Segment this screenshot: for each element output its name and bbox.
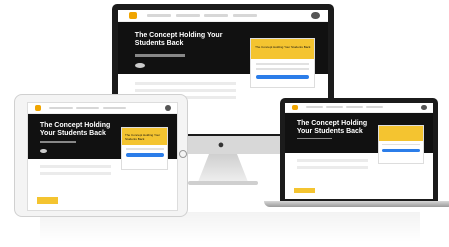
course-hero: The Concept Holding Your Students Back T…	[118, 22, 328, 88]
course-title: The Concept Holding Your Students Back	[39, 121, 111, 137]
course-thumbnail: The Concept Holding Your Students Back	[251, 38, 315, 59]
user-avatar[interactable]	[165, 104, 172, 111]
site-logo[interactable]	[292, 104, 299, 110]
highlight-tag	[293, 187, 315, 194]
card-detail-line	[125, 148, 164, 150]
site-nav	[118, 10, 328, 23]
course-hero: The Concept Holding Your Students Back	[285, 112, 433, 164]
course-card: The Concept Holding Your Students Back	[250, 37, 316, 88]
course-subtitle-bar	[296, 137, 333, 140]
course-thumbnail: The Concept Holding Your Students Back	[122, 128, 168, 146]
author-avatar	[39, 148, 48, 154]
site-nav	[285, 103, 433, 113]
course-card	[377, 124, 425, 164]
course-hero: The Concept Holding Your Students Back T…	[28, 113, 177, 171]
card-detail-line	[256, 68, 310, 71]
thumbnail-title: The Concept Holding Your Students Back	[255, 44, 311, 49]
course-subtitle-bar	[134, 54, 186, 57]
tablet-screen: The Concept Holding Your Students Back T…	[27, 102, 178, 211]
monitor-stand	[198, 154, 248, 182]
card-detail-line	[256, 62, 310, 65]
enroll-button[interactable]	[256, 75, 310, 80]
tablet-device: The Concept Holding Your Students Back T…	[14, 94, 188, 217]
course-content	[39, 165, 112, 179]
apple-logo-icon: ●	[217, 139, 225, 151]
course-title: The Concept Holding Your Students Back	[134, 31, 223, 47]
laptop-base	[264, 201, 449, 207]
user-avatar[interactable]	[311, 12, 320, 20]
site-logo[interactable]	[35, 104, 42, 111]
course-subtitle-bar	[39, 141, 76, 144]
highlight-tag	[36, 197, 58, 204]
site-logo[interactable]	[128, 12, 137, 19]
author-avatar	[134, 62, 146, 68]
thumbnail-title: The Concept Holding Your Students Back	[125, 133, 161, 142]
monitor-stand-base	[188, 181, 258, 185]
enroll-button[interactable]	[125, 153, 164, 157]
nav-links[interactable]	[305, 106, 383, 109]
enroll-button[interactable]	[382, 148, 420, 152]
card-detail-line	[382, 143, 420, 146]
nav-links[interactable]	[48, 106, 127, 109]
user-avatar[interactable]	[421, 104, 428, 111]
site-nav	[28, 103, 177, 114]
nav-links[interactable]	[147, 14, 257, 17]
course-title: The Concept Holding Your Students Back	[296, 119, 368, 135]
course-thumbnail	[378, 125, 424, 142]
laptop-screen: The Concept Holding Your Students Back	[285, 103, 433, 199]
laptop-device: The Concept Holding Your Students Back	[280, 98, 438, 201]
home-button-icon	[179, 150, 187, 158]
course-content	[296, 158, 368, 173]
course-card: The Concept Holding Your Students Back	[121, 127, 169, 171]
